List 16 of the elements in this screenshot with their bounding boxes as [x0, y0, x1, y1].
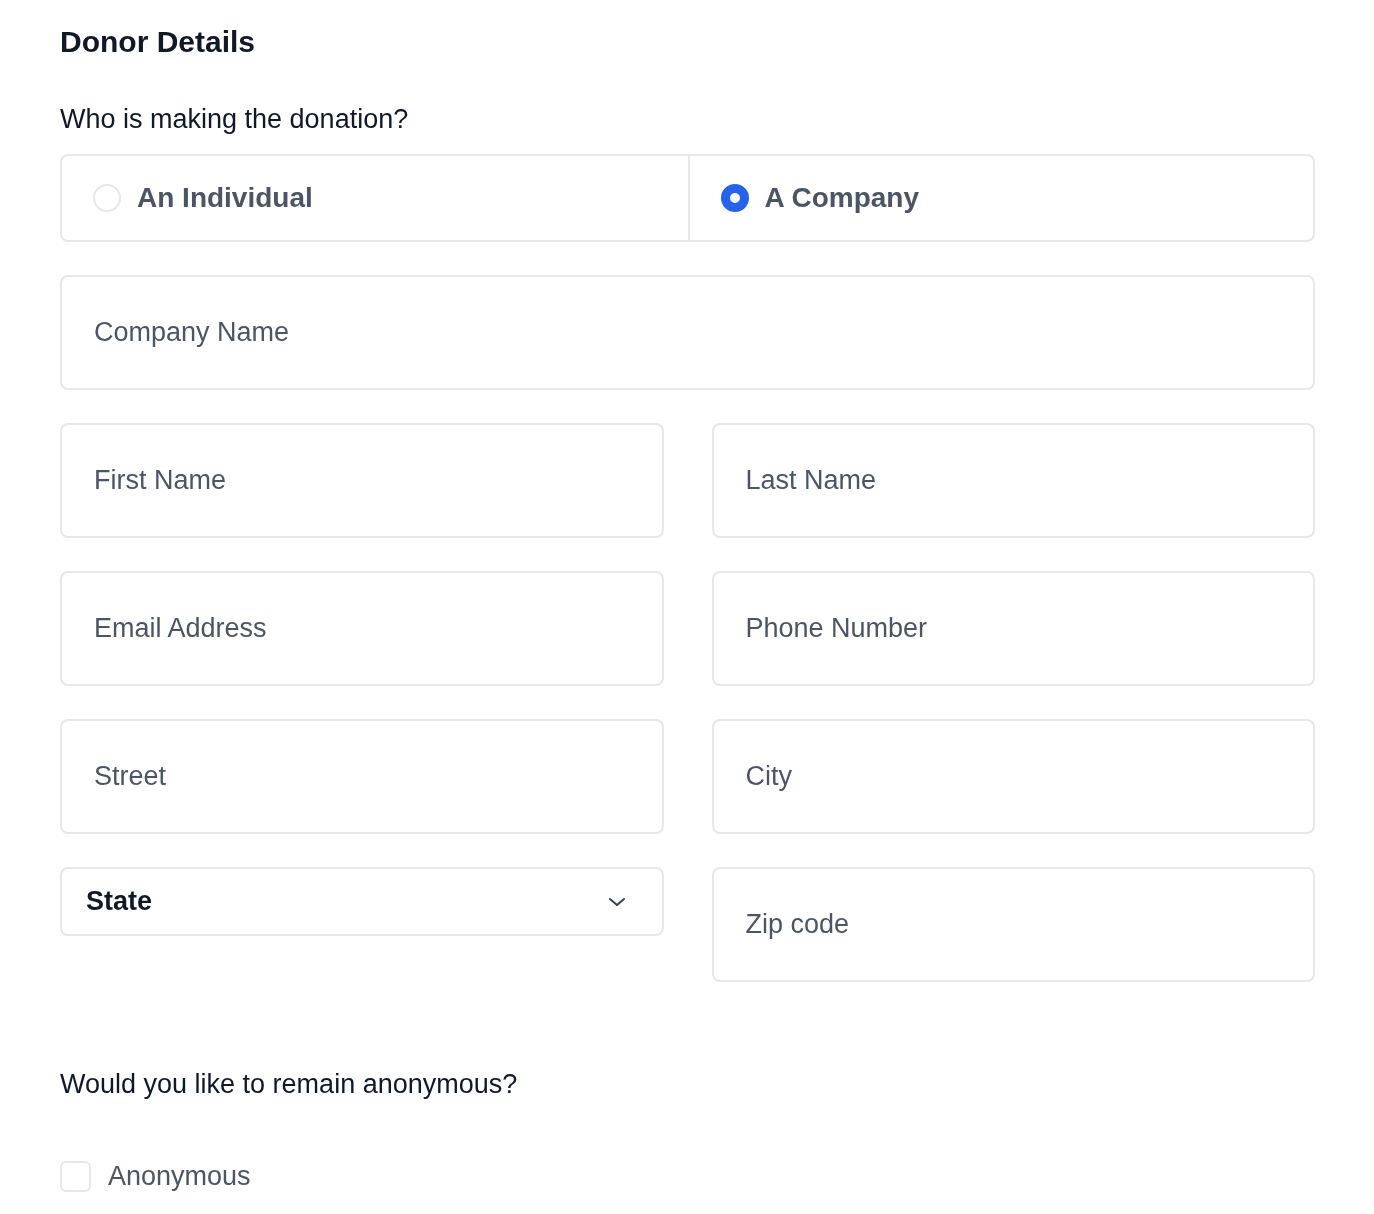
input-field[interactable]: Phone Number [711, 571, 1315, 686]
input-field[interactable]: Street [60, 719, 664, 834]
checkbox[interactable]: Anonymous [60, 1161, 1315, 1192]
input-field[interactable]: Email Address [60, 571, 664, 686]
section-title: Donor Details [60, 24, 257, 60]
chevron-down-icon [607, 896, 626, 907]
input-field[interactable]: Company Name [60, 275, 1315, 390]
question-text: Who is making the donation? [60, 103, 410, 136]
input-field[interactable]: First Name [60, 423, 664, 538]
radio-option[interactable]: An Individual [62, 156, 688, 240]
input-field[interactable]: City [711, 719, 1315, 834]
input-field[interactable]: Last Name [711, 423, 1315, 538]
select-dropdown[interactable]: State [60, 867, 664, 936]
question-text: Would you like to remain anonymous? [60, 1068, 519, 1101]
radio-option[interactable]: A Company [687, 156, 1313, 240]
input-field[interactable]: Zip code [711, 867, 1315, 982]
